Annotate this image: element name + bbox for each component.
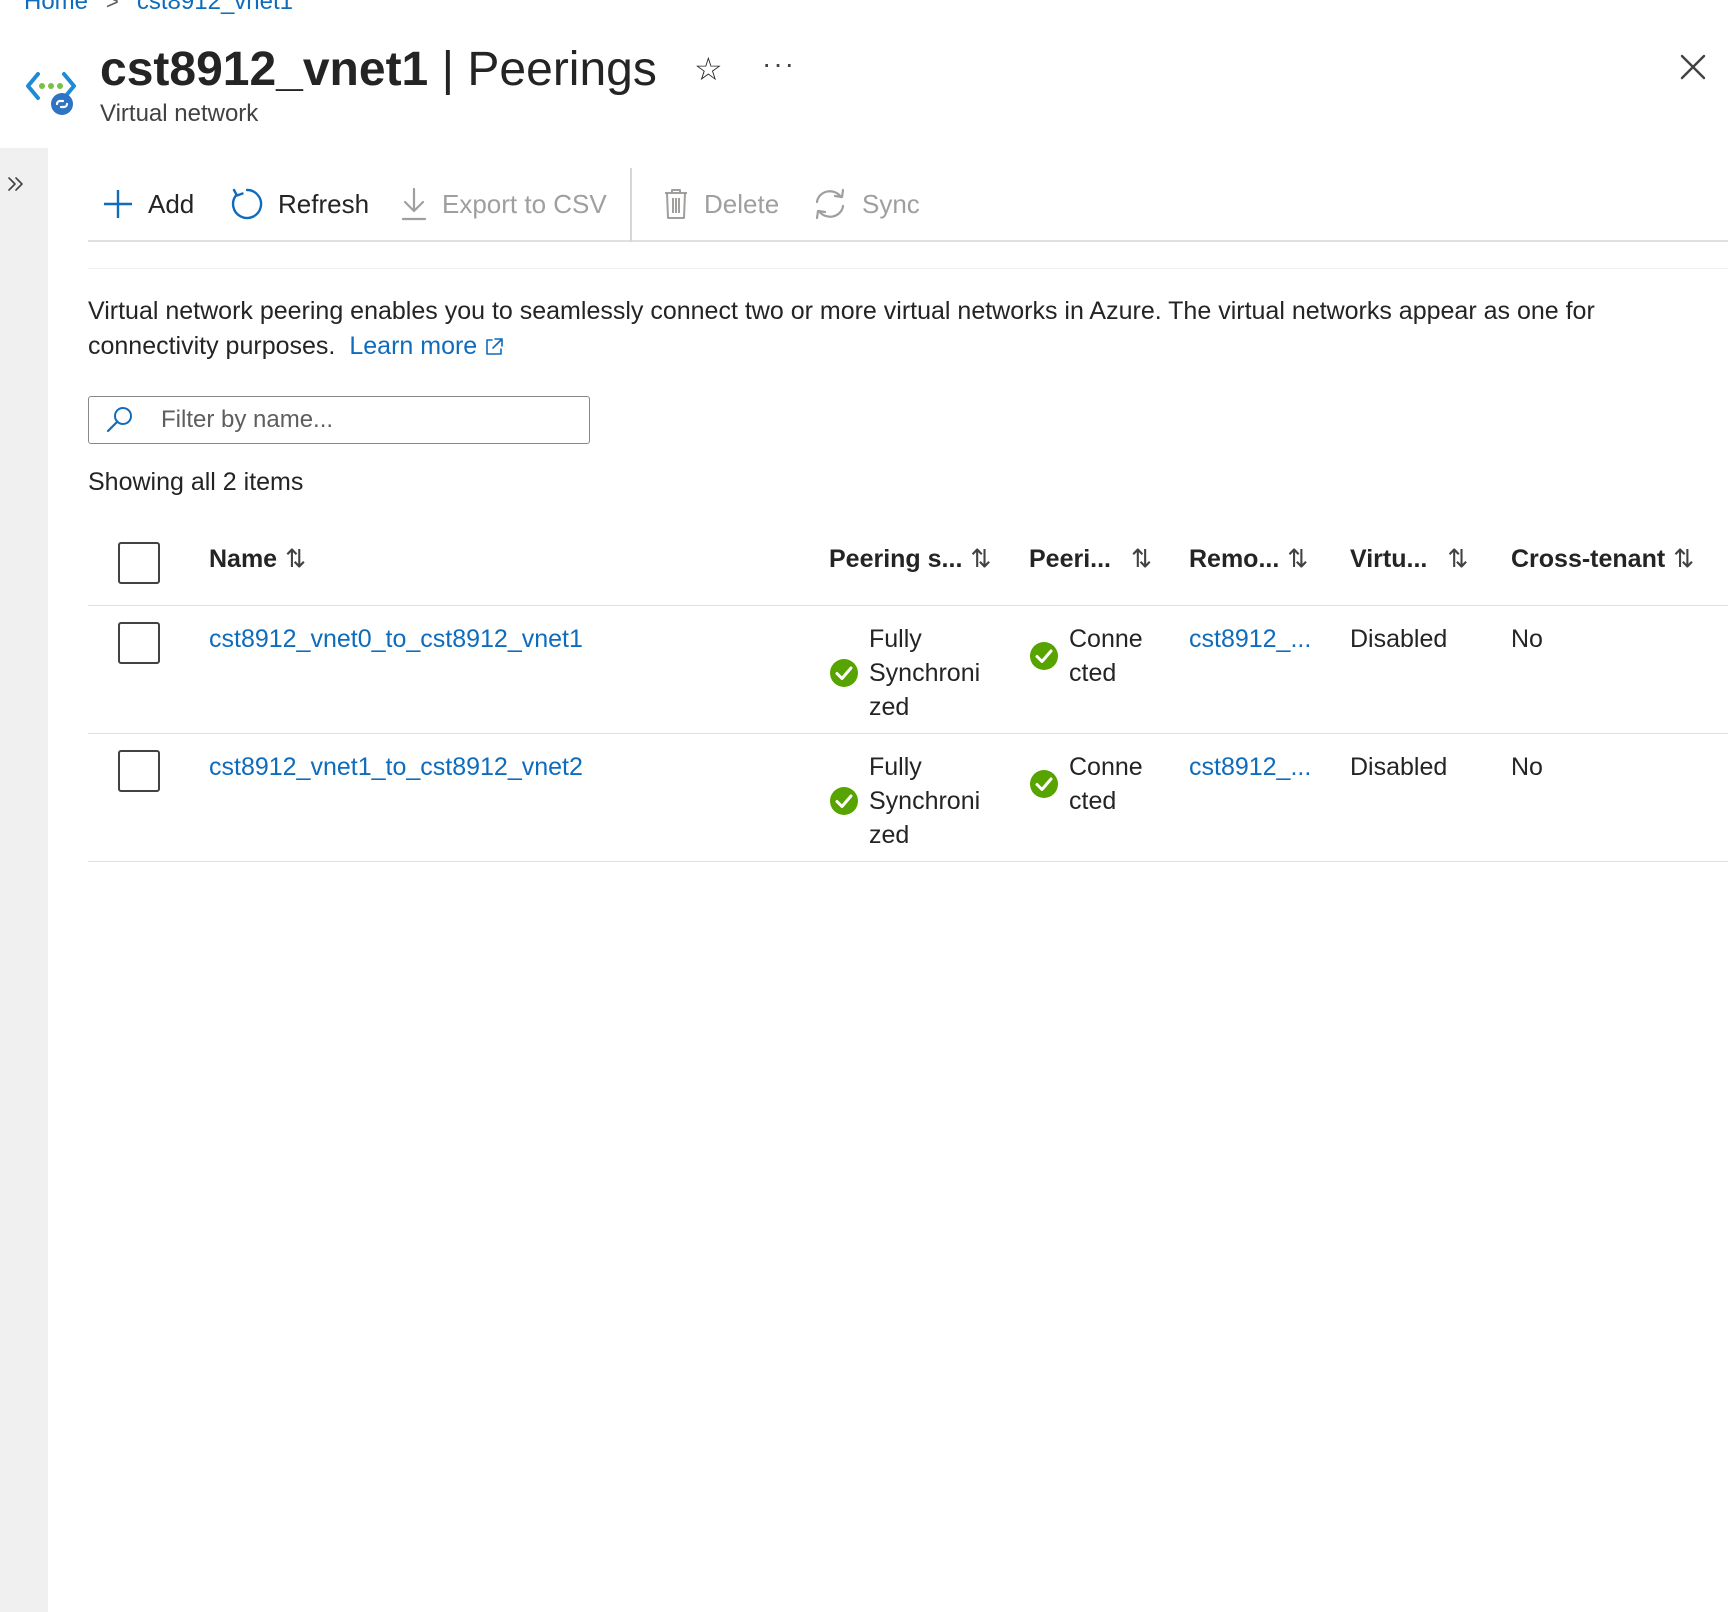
sort-icon: ⇅ bbox=[1287, 545, 1309, 573]
column-header-peering-state-label: Peeri... bbox=[1029, 544, 1111, 573]
filter-box bbox=[88, 396, 590, 444]
learn-more-link[interactable]: Learn more bbox=[349, 332, 505, 360]
refresh-button[interactable]: Refresh bbox=[230, 182, 369, 226]
sort-icon: ⇅ bbox=[1673, 545, 1695, 573]
collapsed-menu-sidebar bbox=[0, 148, 48, 1612]
status-text-line: cted bbox=[1069, 787, 1117, 815]
export-csv-button-label: Export to CSV bbox=[442, 188, 607, 219]
refresh-icon bbox=[231, 188, 263, 220]
cross-tenant-value: No bbox=[1511, 625, 1543, 653]
peering-name-link[interactable]: cst8912_vnet0_to_cst8912_vnet1 bbox=[209, 622, 583, 656]
column-header-peering-state[interactable]: Peeri... ⇅ bbox=[1029, 544, 1152, 574]
breadcrumb-separator: > bbox=[106, 0, 119, 14]
sort-icon: ⇅ bbox=[970, 545, 992, 573]
peering-sync-status: Fully Synchroni zed bbox=[829, 750, 980, 852]
table-row: cst8912_vnet1_to_cst8912_vnet2 Fully Syn… bbox=[88, 734, 1728, 862]
peering-state-text: Conne cted bbox=[1069, 622, 1143, 690]
toolbar-divider bbox=[630, 168, 632, 242]
column-header-virtual[interactable]: Virtu... ⇅ bbox=[1350, 544, 1468, 574]
status-text-line: Conne bbox=[1069, 753, 1143, 781]
breadcrumb-home-link[interactable]: Home bbox=[24, 0, 88, 16]
trash-icon bbox=[665, 189, 687, 219]
table-header-row: Name ⇅ Peering s... ⇅ Peeri... ⇅ Remo...… bbox=[88, 520, 1728, 606]
status-text-line: Conne bbox=[1069, 625, 1143, 653]
column-header-cross-tenant[interactable]: Cross-tenant ⇅ bbox=[1511, 544, 1694, 574]
sync-button[interactable]: Sync bbox=[812, 182, 920, 226]
breadcrumb-current-link[interactable]: cst8912_vnet1 bbox=[137, 0, 293, 16]
column-header-remote-label: Remo... bbox=[1189, 544, 1280, 573]
command-bar: Add Refresh Export to CSV Delete Sync bbox=[88, 166, 1728, 242]
row-select-checkbox[interactable] bbox=[118, 750, 160, 792]
peering-sync-status-text: Fully Synchroni zed bbox=[869, 750, 980, 852]
items-count: Showing all 2 items bbox=[88, 468, 304, 496]
peering-sync-status: Fully Synchroni zed bbox=[829, 622, 980, 724]
blade-header: cst8912_vnet1 | Peerings Virtual network… bbox=[0, 40, 1732, 140]
success-check-icon bbox=[1030, 770, 1058, 798]
column-header-remote[interactable]: Remo... ⇅ bbox=[1189, 544, 1308, 574]
virtual-network-access-value: Disabled bbox=[1350, 625, 1448, 653]
sort-icon: ⇅ bbox=[1447, 545, 1469, 573]
learn-more-link-label: Learn more bbox=[349, 332, 478, 360]
plus-icon bbox=[104, 190, 132, 218]
close-icon[interactable] bbox=[1676, 50, 1710, 84]
success-check-icon bbox=[830, 659, 858, 687]
status-text-line: Synchroni bbox=[869, 659, 981, 687]
sort-icon: ⇅ bbox=[285, 545, 307, 573]
more-options-icon[interactable]: ··· bbox=[762, 48, 796, 80]
remote-network-link[interactable]: cst8912_... bbox=[1189, 750, 1311, 784]
virtual-network-icon bbox=[26, 72, 76, 115]
sync-button-label: Sync bbox=[862, 188, 920, 219]
virtual-network-access-value: Disabled bbox=[1350, 753, 1448, 781]
status-text-line: Fully bbox=[869, 753, 922, 781]
column-header-peering-sync-label: Peering s... bbox=[829, 544, 963, 573]
page-title-separator: | bbox=[441, 43, 455, 96]
column-header-cross-tenant-label: Cross-tenant bbox=[1511, 544, 1666, 573]
peering-state: Conne cted bbox=[1029, 622, 1143, 690]
column-header-name[interactable]: Name ⇅ bbox=[209, 544, 306, 574]
column-header-virtual-label: Virtu... bbox=[1350, 544, 1428, 573]
peerings-table: Name ⇅ Peering s... ⇅ Peeri... ⇅ Remo...… bbox=[88, 520, 1728, 862]
select-all-checkbox[interactable] bbox=[118, 542, 160, 584]
page-title-section: Peerings bbox=[467, 43, 657, 96]
remote-network-link[interactable]: cst8912_... bbox=[1189, 622, 1311, 656]
peering-state: Conne cted bbox=[1029, 750, 1143, 818]
chevron-double-right-icon[interactable] bbox=[6, 174, 26, 194]
delete-button[interactable]: Delete bbox=[662, 182, 779, 226]
peering-state-text: Conne cted bbox=[1069, 750, 1143, 818]
refresh-button-label: Refresh bbox=[278, 188, 370, 219]
row-select-checkbox[interactable] bbox=[118, 622, 160, 664]
download-icon bbox=[401, 187, 427, 221]
section-divider bbox=[88, 268, 1728, 269]
favorite-star-icon[interactable]: ☆ bbox=[694, 50, 723, 88]
search-icon bbox=[106, 407, 132, 433]
peering-name-link[interactable]: cst8912_vnet1_to_cst8912_vnet2 bbox=[209, 750, 583, 784]
page-title: cst8912_vnet1 | Peerings bbox=[100, 42, 657, 98]
column-header-peering-sync-status[interactable]: Peering s... ⇅ bbox=[829, 544, 991, 574]
delete-button-label: Delete bbox=[704, 188, 780, 219]
breadcrumb: Home > cst8912_vnet1 bbox=[24, 0, 293, 16]
sync-icon bbox=[815, 188, 845, 220]
success-check-icon bbox=[1030, 642, 1058, 670]
add-button[interactable]: Add bbox=[102, 182, 194, 226]
status-text-line: zed bbox=[869, 821, 910, 849]
filter-by-name-input[interactable] bbox=[161, 406, 561, 434]
peering-sync-status-text: Fully Synchroni zed bbox=[869, 622, 980, 724]
page-title-resource: cst8912_vnet1 bbox=[100, 43, 429, 96]
status-text-line: cted bbox=[1069, 659, 1117, 687]
export-csv-button[interactable]: Export to CSV bbox=[400, 182, 607, 226]
success-check-icon bbox=[830, 787, 858, 815]
sort-icon: ⇅ bbox=[1131, 545, 1152, 573]
cross-tenant-value: No bbox=[1511, 753, 1543, 781]
column-header-name-label: Name bbox=[209, 544, 278, 573]
status-text-line: Fully bbox=[869, 625, 922, 653]
external-link-icon bbox=[486, 338, 504, 356]
status-text-line: Synchroni bbox=[869, 787, 981, 815]
table-row: cst8912_vnet0_to_cst8912_vnet1 Fully Syn… bbox=[88, 606, 1728, 734]
status-text-line: zed bbox=[869, 693, 910, 721]
description-body: Virtual network peering enables you to s… bbox=[88, 297, 1595, 360]
description-text: Virtual network peering enables you to s… bbox=[88, 294, 1708, 364]
add-button-label: Add bbox=[148, 188, 195, 219]
page-subtitle: Virtual network bbox=[100, 100, 259, 127]
